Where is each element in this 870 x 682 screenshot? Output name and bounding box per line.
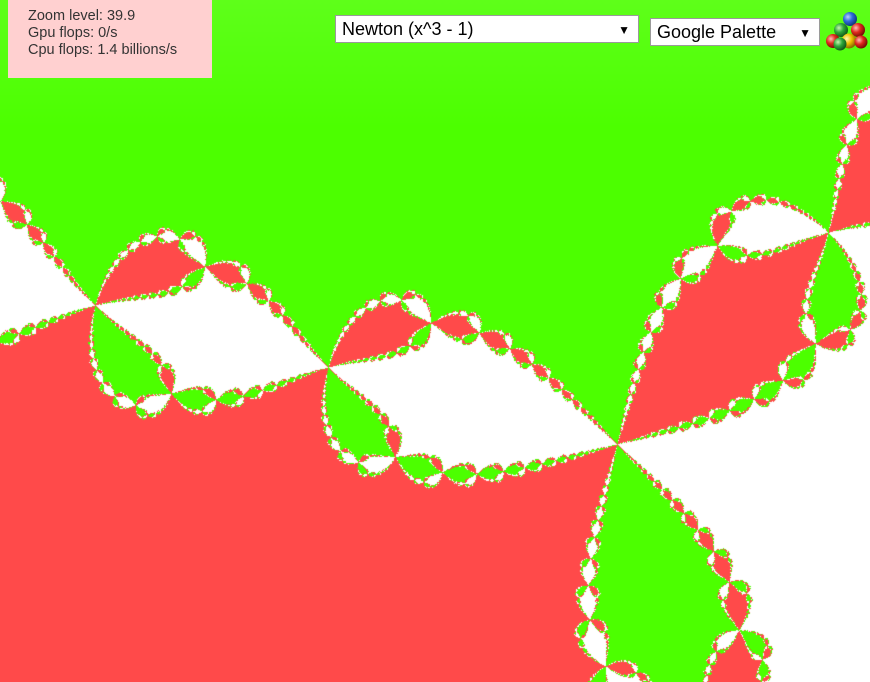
color-balls-icon[interactable] — [824, 10, 868, 52]
zoom-level-text: Zoom level: 39.9 — [28, 8, 136, 24]
gpu-flops-text: Gpu flops: 0/s — [28, 25, 118, 41]
fractal-viewer: Zoom level: 39.9 Gpu flops: 0/s Cpu flop… — [0, 0, 870, 682]
fractal-type-select[interactable]: Newton (x^3 - 1) ▼ — [335, 15, 639, 43]
dropdown-arrow-icon: ▼ — [799, 26, 811, 40]
stats-panel: Zoom level: 39.9 Gpu flops: 0/s Cpu flop… — [8, 0, 212, 78]
palette-select[interactable]: Google Palette ▼ — [650, 18, 820, 46]
palette-value: Google Palette — [657, 22, 777, 42]
fractal-canvas[interactable] — [0, 0, 870, 682]
cpu-flops-text: Cpu flops: 1.4 billions/s — [28, 42, 178, 58]
fractal-type-value: Newton (x^3 - 1) — [342, 19, 474, 39]
dropdown-arrow-icon: ▼ — [618, 23, 630, 37]
